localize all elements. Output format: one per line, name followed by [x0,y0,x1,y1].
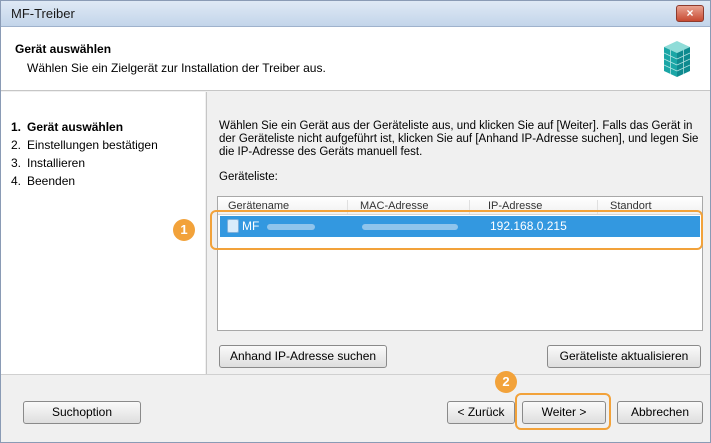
step-confirm-settings: 2. Einstellungen bestätigen [11,138,158,152]
step-label: Installieren [27,156,86,170]
step-label: Beenden [27,174,76,188]
callout-badge-1: 1 [173,219,195,241]
callout-badge-2: 2 [495,371,517,393]
page-title: Gerät auswählen [15,42,112,56]
callout-highlight-next-button [515,393,611,430]
refresh-list-button[interactable]: Geräteliste aktualisieren [547,345,701,368]
step-select-device: 1. Gerät auswählen [11,120,123,134]
title-bar[interactable]: MF-Treiber × [1,1,710,27]
step-number: 3. [11,156,22,170]
page-subtitle: Wählen Sie ein Zielgerät zur Installatio… [27,61,326,75]
cube-stack-icon [663,41,691,77]
device-list-label: Geräteliste: [219,171,278,183]
step-label: Einstellungen bestätigen [27,138,158,152]
step-number: 4. [11,174,22,188]
callout-highlight-device-row [210,210,703,250]
instructions-text: Wählen Sie ein Gerät aus der Geräteliste… [219,120,699,158]
step-finish: 4. Beenden [11,174,75,188]
close-button[interactable]: × [676,5,704,22]
search-option-button[interactable]: Suchoption [23,401,141,424]
step-number: 1. [11,120,22,134]
window-title: MF-Treiber [11,6,75,21]
cancel-button[interactable]: Abbrechen [617,401,703,424]
footer-divider [1,374,710,375]
wizard-header: Gerät auswählen Wählen Sie ein Zielgerät… [1,27,710,91]
step-install: 3. Installieren [11,156,85,170]
search-by-ip-button[interactable]: Anhand IP-Adresse suchen [219,345,387,368]
step-number: 2. [11,138,22,152]
step-label: Gerät auswählen [27,120,124,134]
back-button[interactable]: < Zurück [447,401,515,424]
